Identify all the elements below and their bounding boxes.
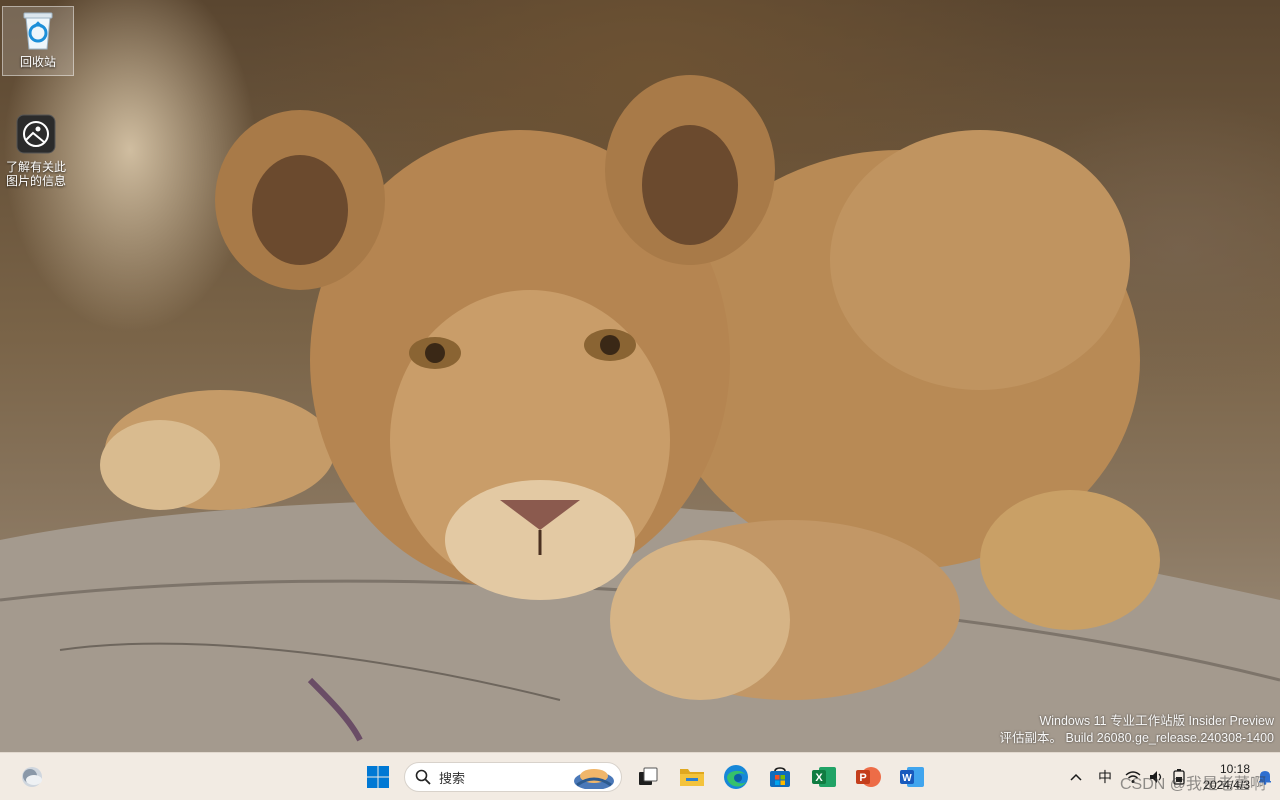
windows-build-watermark: Windows 11 专业工作站版 Insider Preview 评估副本。 … (1000, 713, 1274, 747)
search-highlight-icon (574, 769, 614, 789)
windows-logo-icon (367, 766, 389, 788)
powerpoint-letter: P (859, 772, 866, 784)
speaker-icon (1150, 771, 1162, 783)
wifi-icon (1125, 771, 1141, 783)
clock-time: 10:18 (1219, 762, 1250, 776)
system-tray: 中 10:18 2024/4/3 (1062, 753, 1280, 800)
microsoft-store-button[interactable] (762, 759, 798, 795)
watermark-edition: Windows 11 专业工作站版 Insider Preview (1039, 714, 1274, 728)
word-button[interactable]: W (894, 759, 930, 795)
clock-date: 2024/4/3 (1203, 778, 1250, 792)
learn-about-picture-label: 了解有关此 图片的信息 (5, 160, 66, 188)
chevron-up-icon (1070, 773, 1082, 781)
search-placeholder: 搜索 (439, 770, 466, 786)
learn-about-picture-icon (16, 114, 56, 154)
desktop-icon-learn-about-picture[interactable]: 了解有关此 图片的信息 (0, 112, 72, 196)
task-view-button[interactable] (630, 759, 666, 795)
start-button[interactable] (360, 759, 396, 795)
volume-button[interactable] (1146, 761, 1168, 793)
folder-icon (680, 769, 704, 786)
watermark-build: 评估副本。 Build 26080.ge_release.240308-1400 (999, 731, 1274, 745)
powerpoint-icon: P (856, 767, 881, 787)
network-button[interactable] (1120, 761, 1146, 793)
search-icon (415, 769, 431, 785)
edge-icon (724, 765, 748, 789)
file-explorer-button[interactable] (674, 759, 710, 795)
battery-icon (1173, 769, 1185, 785)
store-icon (770, 767, 790, 787)
excel-button[interactable]: X (806, 759, 842, 795)
desktop-wallpaper (0, 0, 1280, 752)
bell-icon (1259, 771, 1271, 785)
clock[interactable]: 10:18 2024/4/3 (1200, 761, 1250, 793)
taskbar-center: 搜索 X P W (360, 757, 930, 797)
recycle-bin-icon (23, 12, 53, 50)
recycle-bin-label: 回收站 (19, 55, 56, 69)
desktop-icon-recycle-bin[interactable]: 回收站 (2, 6, 74, 76)
edge-browser-button[interactable] (718, 759, 754, 795)
word-letter: W (902, 773, 912, 784)
notifications-button[interactable] (1250, 761, 1280, 793)
taskbar: 搜索 X P W 中 10:18 2024/4/3 CSDN @我是老董啊 (0, 752, 1280, 800)
battery-button[interactable] (1168, 761, 1190, 793)
powerpoint-button[interactable]: P (850, 759, 886, 795)
ime-indicator[interactable]: 中 (1090, 761, 1120, 793)
lion-cub-photo (0, 75, 1280, 752)
show-hidden-icons-button[interactable] (1062, 761, 1090, 793)
task-view-icon (639, 767, 658, 785)
excel-icon: X (812, 767, 836, 787)
word-icon: W (900, 767, 924, 787)
weather-widget-icon (22, 767, 42, 787)
excel-letter: X (815, 772, 823, 784)
taskbar-search-box[interactable]: 搜索 (404, 762, 622, 792)
weather-widget[interactable] (20, 765, 44, 789)
